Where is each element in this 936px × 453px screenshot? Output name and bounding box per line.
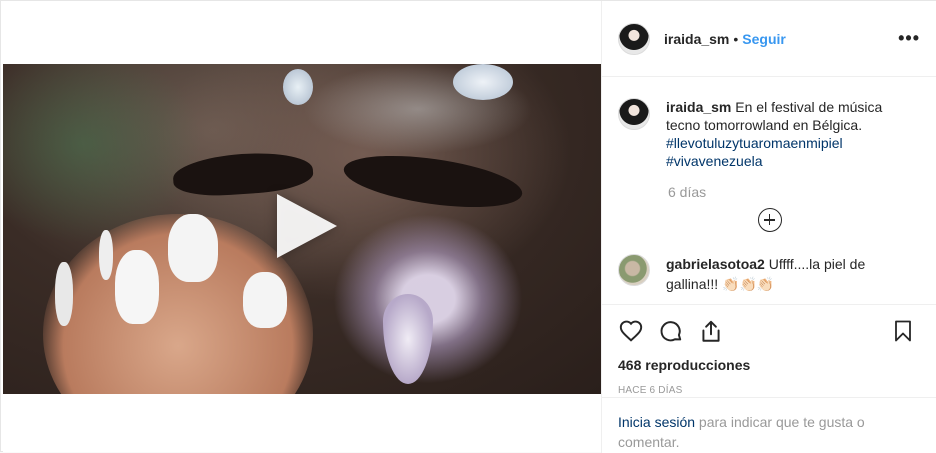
separator-dot: •: [733, 30, 739, 47]
post-container: iraida_sm • Seguir ••• iraida_sm En el f…: [0, 0, 936, 453]
comments-list[interactable]: iraida_sm En el festival de música tecno…: [602, 78, 936, 304]
follow-button[interactable]: Seguir: [742, 31, 786, 47]
login-prompt: Inicia sesión para indicar que te gusta …: [602, 397, 936, 452]
comment-icon[interactable]: [658, 318, 684, 344]
action-bar: 468 reproducciones HACE 6 DÍAS: [602, 304, 936, 396]
share-icon[interactable]: [698, 318, 724, 344]
caption-age: 6 días: [668, 184, 707, 200]
media-area: [3, 2, 601, 452]
caption-avatar[interactable]: [618, 98, 650, 130]
view-count[interactable]: 468 reproducciones: [618, 357, 921, 373]
post-header: iraida_sm • Seguir •••: [602, 1, 936, 77]
commenter-username[interactable]: gabrielasotoa2: [666, 256, 765, 272]
video-player[interactable]: [3, 64, 601, 394]
more-options-icon[interactable]: •••: [898, 28, 920, 49]
heart-icon[interactable]: [618, 318, 644, 344]
comment-text-block: gabrielasotoa2 Uffff....la piel de galli…: [666, 254, 916, 294]
hashtag-link[interactable]: #llevotuluzytuaromaenmipiel: [666, 135, 843, 151]
comment-item: gabrielasotoa2 Uffff....la piel de galli…: [602, 232, 936, 294]
avatar[interactable]: [618, 22, 650, 55]
login-link[interactable]: Inicia sesión: [618, 414, 695, 430]
plus-circle-icon[interactable]: [757, 208, 782, 232]
post-timestamp[interactable]: HACE 6 DÍAS: [618, 385, 921, 396]
caption-text-block: iraida_sm En el festival de música tecno…: [666, 98, 916, 170]
caption-username[interactable]: iraida_sm: [666, 99, 731, 115]
hashtag-link[interactable]: #vivavenezuela: [666, 153, 763, 169]
caption: iraida_sm En el festival de música tecno…: [602, 78, 936, 170]
post-sidebar: iraida_sm • Seguir ••• iraida_sm En el f…: [601, 1, 936, 453]
action-icons: [618, 317, 921, 345]
play-icon[interactable]: [277, 194, 337, 258]
commenter-avatar[interactable]: [618, 254, 650, 286]
author-username[interactable]: iraida_sm: [664, 31, 729, 47]
bookmark-icon[interactable]: [891, 318, 915, 344]
